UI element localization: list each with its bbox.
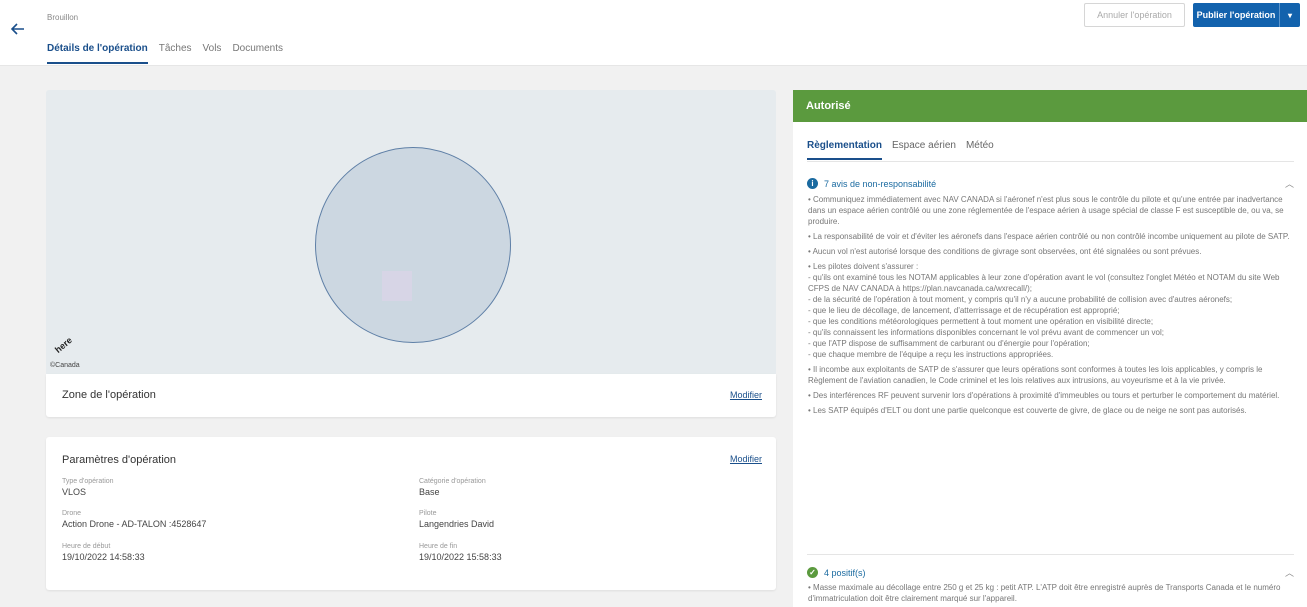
back-arrow-icon[interactable] [8,19,28,39]
cancel-operation-button[interactable]: Annuler l'opération [1084,3,1185,27]
disclaimer-item: • Des interférences RF peuvent survenir … [808,391,1280,400]
tab-flights[interactable]: Vols [203,43,222,64]
publish-operation-button[interactable]: Publier l'opération ▾ [1193,3,1300,27]
map-copyright: ©Canada [50,362,80,369]
operation-map[interactable]: here ©Canada [46,90,776,374]
chevron-up-icon[interactable]: ︿ [1285,566,1294,579]
field-start-time: Heure de début 19/10/2022 14:58:33 [62,543,145,562]
tab-airspace[interactable]: Espace aérien [892,140,956,160]
params-edit-link[interactable]: Modifier [730,454,762,464]
disclaimer-item: • Les SATP équipés d'ELT ou dont une par… [808,406,1247,415]
tab-weather[interactable]: Météo [966,140,994,160]
params-card: Paramètres d'opération Modifier Type d'o… [46,437,776,590]
field-pilot: Pilote Langendries David [419,510,494,529]
tab-documents[interactable]: Documents [232,43,283,64]
top-bar: Brouillon Détails de l'opération Tâches … [0,0,1307,66]
field-label: Drone [62,510,82,517]
disclaimer-item: • Il incombe aux exploitants de SATP de … [808,365,1263,385]
authorization-status-banner: Autorisé [793,90,1307,122]
field-value: Base [419,487,440,497]
tab-details[interactable]: Détails de l'opération [47,43,148,64]
disclaimer-item: • Communiquez immédiatement avec NAV CAN… [808,195,1284,226]
field-label: Catégorie d'opération [419,478,486,485]
field-value: Langendries David [419,519,495,529]
field-label: Heure de début [62,543,111,550]
field-operation-category: Catégorie d'opération Base [419,478,486,497]
operation-area-circle [315,147,511,343]
field-value: VLOS [62,487,87,497]
status-label: Brouillon [47,13,79,22]
divider [807,161,1294,162]
zone-card: Zone de l'opération Modifier [46,374,776,417]
positives-header[interactable]: ✓ 4 positif(s) ︿ [807,567,1294,578]
disclaimers-list: • Communiquez immédiatement avec NAV CAN… [808,194,1298,420]
field-operation-type: Type d'opération VLOS [62,478,114,497]
positives-title: 4 positif(s) [824,567,866,578]
disclaimers-title: 7 avis de non-responsabilité [824,178,937,189]
field-label: Heure de fin [419,543,458,550]
map-marker-area [382,271,412,301]
authorization-panel: Autorisé Règlementation Espace aérien Mé… [793,90,1307,607]
chevron-down-icon[interactable]: ▾ [1280,11,1300,20]
disclaimer-item: • Aucun vol n'est autorisé lorsque des c… [808,247,1202,256]
field-label: Pilote [419,510,437,517]
info-icon: i [807,178,818,189]
tab-bar: Détails de l'opération Tâches Vols Docum… [47,43,283,64]
check-icon: ✓ [807,567,818,578]
field-drone: Drone Action Drone - AD-TALON :4528647 [62,510,206,529]
params-title: Paramètres d'opération [62,454,176,466]
tab-tasks[interactable]: Tâches [159,43,192,64]
positive-item: • Masse maximale au décollage entre 250 … [808,583,1281,603]
divider [807,554,1294,555]
chevron-up-icon[interactable]: ︿ [1285,177,1294,190]
disclaimers-header[interactable]: i 7 avis de non-responsabilité ︿ [807,178,1294,189]
zone-edit-link[interactable]: Modifier [730,390,762,400]
field-label: Type d'opération [62,478,114,485]
field-end-time: Heure de fin 19/10/2022 15:58:33 [419,543,502,562]
field-value: Action Drone - AD-TALON :4528647 [62,519,207,529]
regulation-tab-bar: Règlementation Espace aérien Météo [807,140,994,160]
positives-list: • Masse maximale au décollage entre 250 … [808,582,1298,604]
field-value: 19/10/2022 14:58:33 [62,552,145,562]
publish-label[interactable]: Publier l'opération [1193,3,1280,27]
disclaimer-item: • La responsabilité de voir et d'éviter … [808,232,1290,241]
disclaimer-item: • Les pilotes doivent s'assurer : - qu'i… [808,262,1280,359]
map-logo: here [53,335,75,355]
tab-regulation[interactable]: Règlementation [807,140,883,160]
zone-title: Zone de l'opération [62,389,156,401]
field-value: 19/10/2022 15:58:33 [419,552,502,562]
